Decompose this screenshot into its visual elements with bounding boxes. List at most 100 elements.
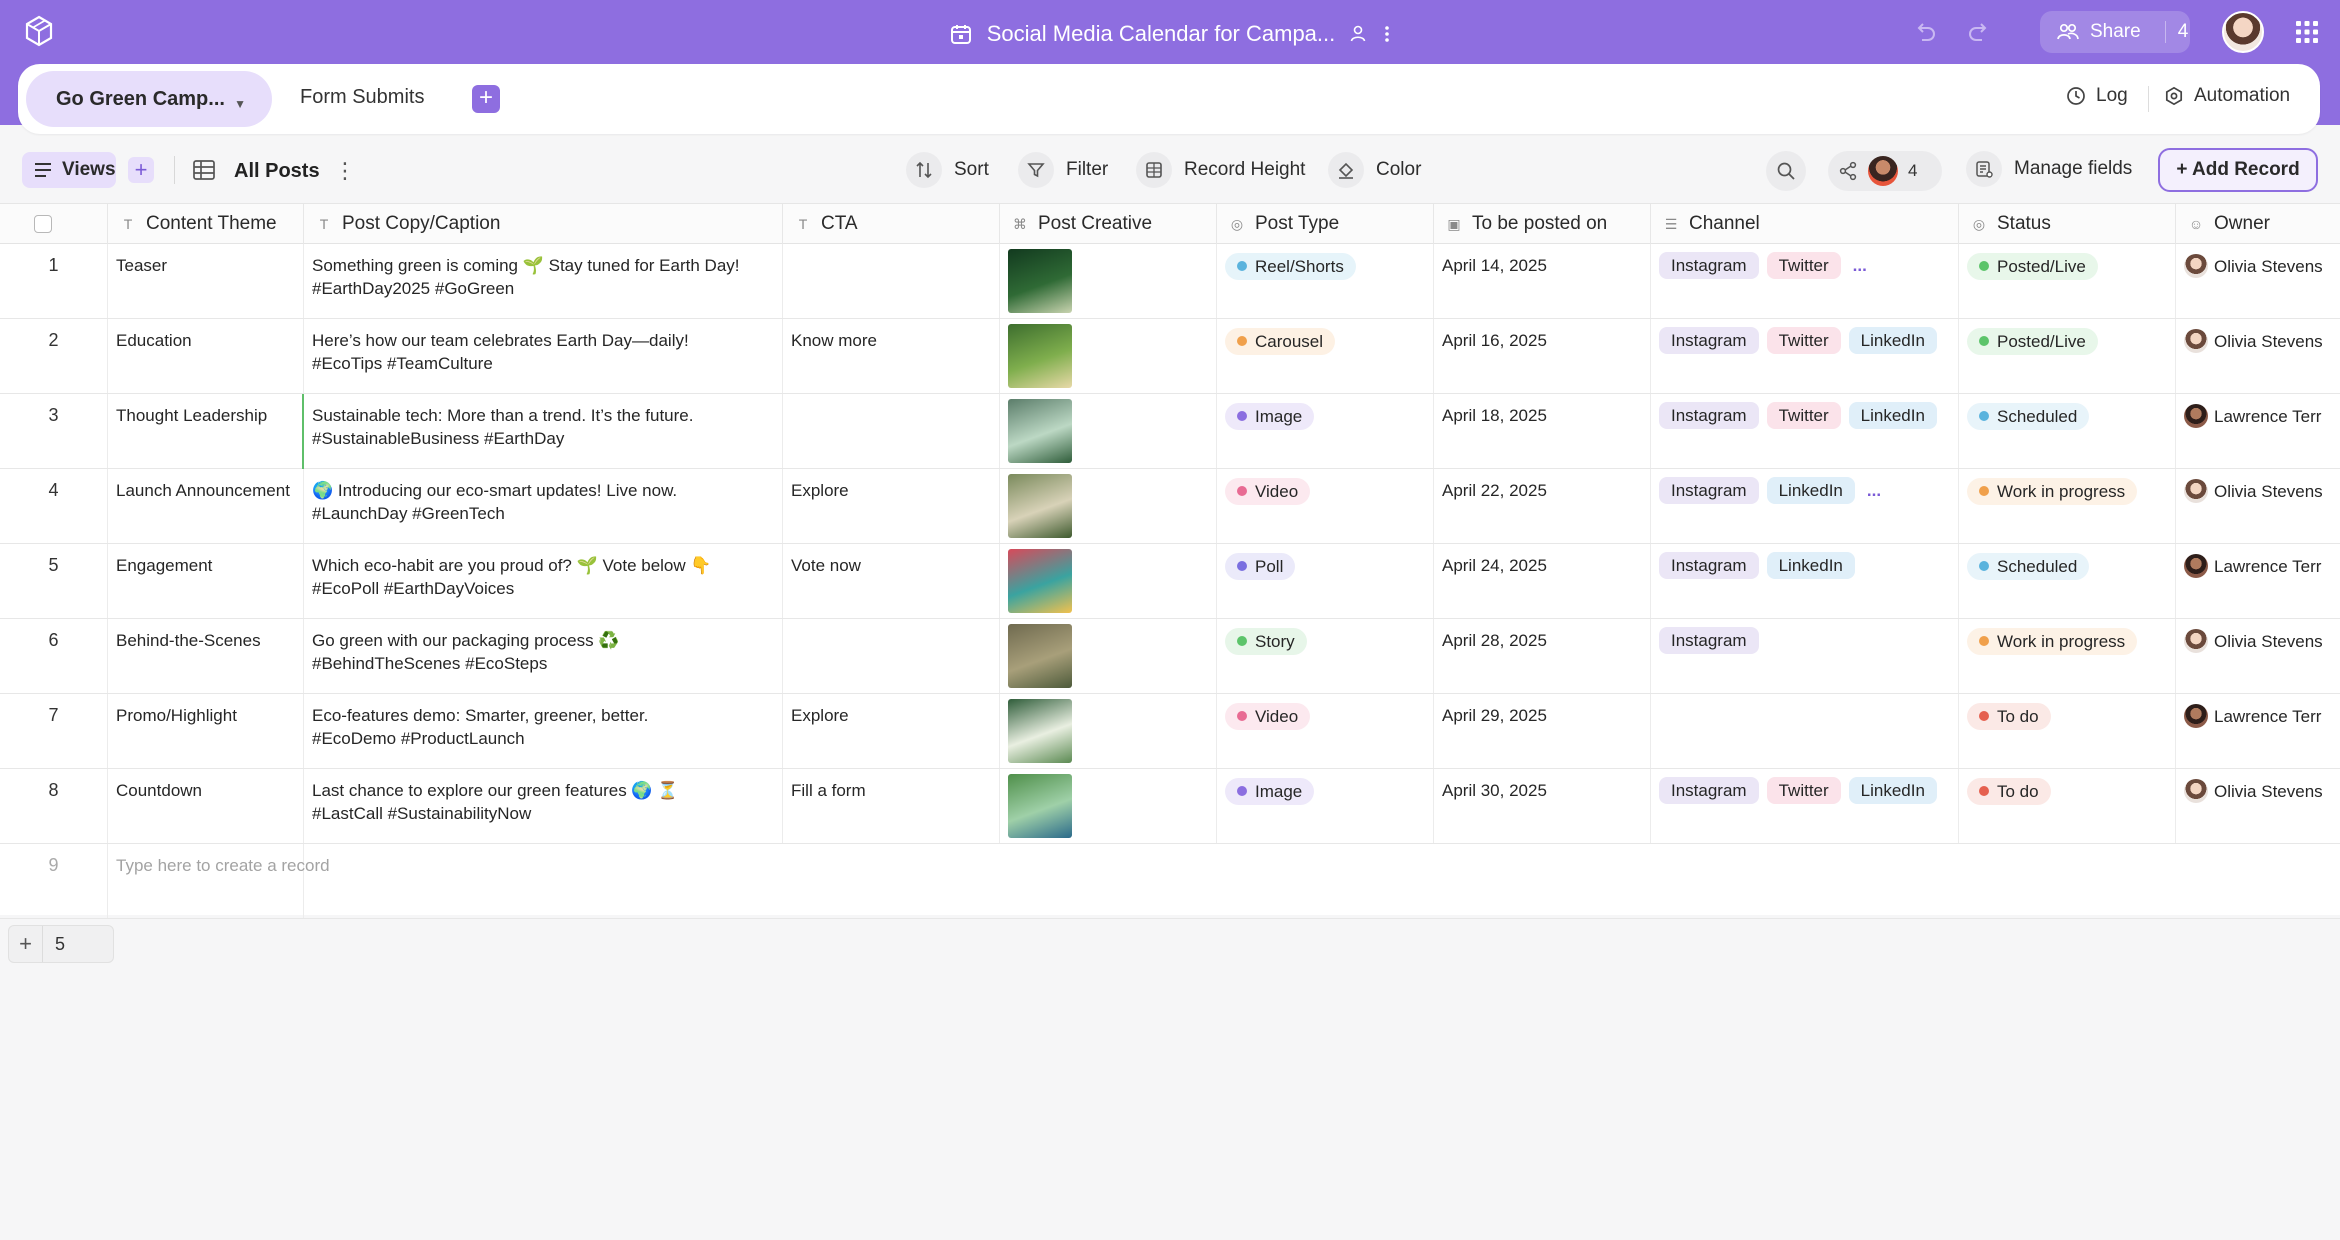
cell-post-type[interactable]: Poll — [1217, 544, 1434, 618]
status-badge[interactable]: To do — [1967, 702, 2051, 730]
channel-tag[interactable]: LinkedIn — [1848, 777, 1937, 804]
channel-tag[interactable]: Instagram — [1659, 477, 1759, 504]
post-type-tag[interactable]: Video — [1225, 702, 1311, 730]
lock-user-icon[interactable] — [1349, 24, 1369, 44]
filter-button[interactable]: Filter — [1018, 149, 1108, 191]
cell-content-theme[interactable]: Launch Announcement — [108, 469, 304, 543]
column-header-posted-on[interactable]: ▣ To be posted on — [1434, 204, 1651, 244]
table-row[interactable]: 3 Thought Leadership Sustainable tech: M… — [0, 394, 2340, 469]
cell-cta[interactable]: Know more — [783, 319, 1000, 393]
cell-post-caption[interactable]: Sustainable tech: More than a trend. It’… — [304, 394, 783, 468]
post-creative-thumbnail[interactable] — [1008, 324, 1072, 388]
cell-post-caption[interactable]: Which eco-habit are you proud of? 🌱 Vote… — [304, 544, 783, 618]
cell-post-creative[interactable] — [1000, 619, 1217, 693]
post-type-tag[interactable]: Reel/Shorts — [1225, 252, 1356, 280]
post-creative-thumbnail[interactable] — [1008, 699, 1072, 763]
views-button[interactable]: Views — [22, 152, 116, 188]
share-button[interactable]: Share 4 — [2040, 11, 2190, 53]
column-header-post-creative[interactable]: ⌘ Post Creative — [1000, 204, 1217, 244]
cell-status[interactable]: Scheduled — [1959, 394, 2176, 468]
cell-cta[interactable]: Fill a form — [783, 769, 1000, 843]
cell-posted-on[interactable]: April 18, 2025 — [1434, 394, 1651, 468]
cell-content-theme[interactable]: Behind-the-Scenes — [108, 619, 304, 693]
status-badge[interactable]: Posted/Live — [1967, 252, 2098, 280]
table-row[interactable]: 1 Teaser Something green is coming 🌱 Sta… — [0, 244, 2340, 319]
table-row[interactable]: 8 Countdown Last chance to explore our g… — [0, 769, 2340, 844]
cell-channel[interactable]: Instagram Twitter LinkedIn — [1651, 394, 1959, 468]
cell-content-theme[interactable]: Education — [108, 319, 304, 393]
undo-icon[interactable] — [1912, 19, 1938, 45]
cell-channel[interactable]: Instagram Twitter LinkedIn — [1651, 319, 1959, 393]
cell-owner[interactable]: Lawrence Terr — [2176, 694, 2340, 768]
cell-content-theme[interactable]: Teaser — [108, 244, 304, 318]
cell-channel[interactable]: Instagram Twitter... — [1651, 244, 1959, 318]
document-title[interactable]: Social Media Calendar for Campa... — [987, 21, 1336, 47]
cell-posted-on[interactable]: April 16, 2025 — [1434, 319, 1651, 393]
cell-post-creative[interactable] — [1000, 769, 1217, 843]
status-badge[interactable]: To do — [1967, 777, 2051, 805]
post-type-tag[interactable]: Image — [1225, 402, 1315, 430]
cell-post-type[interactable]: Carousel — [1217, 319, 1434, 393]
channel-tag[interactable]: LinkedIn — [1848, 402, 1937, 429]
table-row[interactable]: 7 Promo/Highlight Eco-features demo: Sma… — [0, 694, 2340, 769]
cell-owner[interactable]: Olivia Stevens — [2176, 469, 2340, 543]
channel-tag[interactable]: Twitter — [1766, 252, 1841, 279]
cell-content-theme[interactable]: Engagement — [108, 544, 304, 618]
apps-grid-icon[interactable] — [2295, 20, 2319, 44]
cell-post-creative[interactable] — [1000, 394, 1217, 468]
post-type-tag[interactable]: Image — [1225, 777, 1315, 805]
add-rows-control[interactable]: + 5 — [8, 925, 114, 963]
cell-post-caption[interactable]: Here’s how our team celebrates Earth Day… — [304, 319, 783, 393]
cell-status[interactable]: Work in progress — [1959, 619, 2176, 693]
add-table-button[interactable]: + — [472, 85, 500, 113]
cell-post-caption[interactable]: 🌍 Introducing our eco-smart updates! Liv… — [304, 469, 783, 543]
more-channels-indicator[interactable]: ... — [1849, 252, 1871, 279]
post-type-tag[interactable]: Carousel — [1225, 327, 1336, 355]
table-row[interactable]: 4 Launch Announcement 🌍 Introducing our … — [0, 469, 2340, 544]
log-button[interactable]: Log — [2066, 85, 2128, 107]
new-record-row[interactable]: 9 Type here to create a record — [0, 844, 2340, 919]
cell-posted-on[interactable]: April 30, 2025 — [1434, 769, 1651, 843]
channel-tag[interactable]: Instagram — [1659, 252, 1759, 279]
cell-post-creative[interactable] — [1000, 244, 1217, 318]
cell-cta[interactable]: Explore — [783, 694, 1000, 768]
table-row[interactable]: 6 Behind-the-Scenes Go green with our pa… — [0, 619, 2340, 694]
cell-content-theme[interactable]: Promo/Highlight — [108, 694, 304, 768]
redo-icon[interactable] — [1966, 19, 1992, 45]
cell-posted-on[interactable]: April 14, 2025 — [1434, 244, 1651, 318]
column-header-status[interactable]: ◎ Status — [1959, 204, 2176, 244]
column-header-owner[interactable]: ☺ Owner — [2176, 204, 2340, 244]
sort-button[interactable]: Sort — [906, 149, 989, 191]
status-badge[interactable]: Work in progress — [1967, 627, 2138, 655]
user-avatar[interactable] — [2222, 11, 2264, 53]
manage-fields-button[interactable]: Manage fields — [1966, 151, 2132, 187]
cell-post-creative[interactable] — [1000, 469, 1217, 543]
channel-tag[interactable]: LinkedIn — [1766, 552, 1855, 579]
cell-post-type[interactable]: Image — [1217, 769, 1434, 843]
more-vertical-icon[interactable] — [1383, 24, 1391, 44]
post-creative-thumbnail[interactable] — [1008, 399, 1072, 463]
cell-cta[interactable] — [783, 244, 1000, 318]
more-channels-indicator[interactable]: ... — [1863, 477, 1885, 504]
cell-post-type[interactable]: Reel/Shorts — [1217, 244, 1434, 318]
cell-channel[interactable]: Instagram — [1651, 619, 1959, 693]
view-more-icon[interactable]: ⋮ — [334, 158, 356, 184]
cell-post-creative[interactable] — [1000, 694, 1217, 768]
chevron-down-icon[interactable]: ▼ — [234, 97, 246, 111]
cell-owner[interactable]: Olivia Stevens — [2176, 244, 2340, 318]
cell-status[interactable]: To do — [1959, 769, 2176, 843]
post-creative-thumbnail[interactable] — [1008, 474, 1072, 538]
cell-cta[interactable]: Vote now — [783, 544, 1000, 618]
tab-form-submits[interactable]: Form Submits — [300, 86, 424, 109]
cell-channel[interactable]: Instagram LinkedIn... — [1651, 469, 1959, 543]
cell-cta[interactable]: Explore — [783, 469, 1000, 543]
cell-status[interactable]: Work in progress — [1959, 469, 2176, 543]
table-row[interactable]: 5 Engagement Which eco-habit are you pro… — [0, 544, 2340, 619]
channel-tag[interactable]: Twitter — [1766, 777, 1841, 804]
channel-tag[interactable]: LinkedIn — [1848, 327, 1937, 354]
column-header-content-theme[interactable]: T Content Theme — [108, 204, 304, 244]
post-creative-thumbnail[interactable] — [1008, 624, 1072, 688]
color-button[interactable]: Color — [1328, 149, 1421, 191]
select-all-checkbox[interactable] — [34, 215, 52, 233]
cell-owner[interactable]: Lawrence Terr — [2176, 394, 2340, 468]
